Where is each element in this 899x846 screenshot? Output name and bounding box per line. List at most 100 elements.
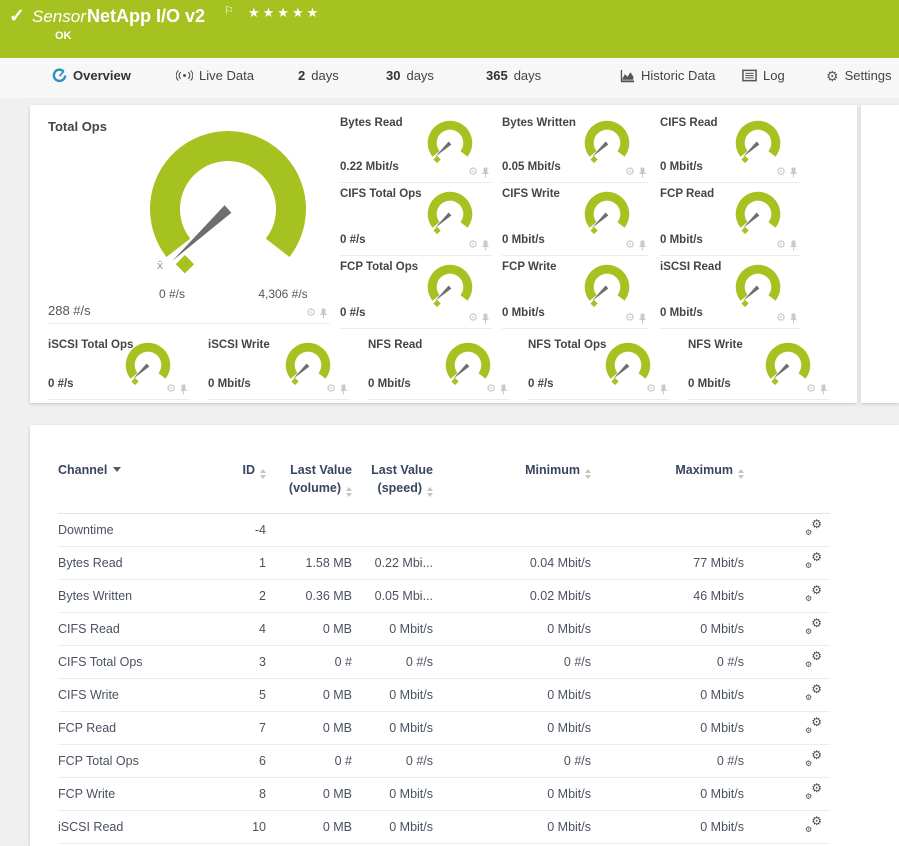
table-row[interactable]: FCP Write 8 0 MB 0 Mbit/s 0 Mbit/s 0 Mbi… bbox=[58, 778, 830, 811]
edit-channel-icon[interactable]: ⚙⚙ bbox=[805, 719, 822, 734]
tab-historic-data[interactable]: Historic Data bbox=[620, 68, 715, 83]
cell-channel[interactable]: FCP Read bbox=[58, 712, 210, 745]
cell-min: 0 Mbit/s bbox=[433, 811, 591, 844]
gauge-scale-min: 0 #/s bbox=[142, 287, 202, 301]
table-row[interactable]: Bytes Written 2 0.36 MB 0.05 Mbi... 0.02… bbox=[58, 580, 830, 613]
table-row[interactable]: iSCSI Read 10 0 MB 0 Mbit/s 0 Mbit/s 0 M… bbox=[58, 811, 830, 844]
tab-2-days[interactable]: 2 days bbox=[298, 68, 339, 83]
channel-settings-icon[interactable]: ⚙ bbox=[776, 313, 786, 324]
sort-icon bbox=[427, 487, 433, 497]
channel-settings-icon[interactable]: ⚙ bbox=[625, 167, 635, 178]
cell-id: -4 bbox=[210, 514, 266, 547]
tab-30-days[interactable]: 30 days bbox=[386, 68, 434, 83]
pin-icon[interactable] bbox=[319, 308, 328, 319]
pin-icon[interactable] bbox=[638, 240, 647, 251]
channel-settings-icon[interactable]: ⚙ bbox=[166, 384, 176, 395]
channel-settings-icon[interactable]: ⚙ bbox=[326, 384, 336, 395]
cell-channel[interactable]: Bytes Written bbox=[58, 580, 210, 613]
flag-icon[interactable]: ⚐ bbox=[224, 4, 234, 17]
sensor-name[interactable]: NetApp I/O v2 bbox=[87, 6, 205, 27]
table-row[interactable]: Bytes Read 1 1.58 MB 0.22 Mbi... 0.04 Mb… bbox=[58, 547, 830, 580]
channel-settings-icon[interactable]: ⚙ bbox=[806, 384, 816, 395]
tab-log[interactable]: Log bbox=[742, 68, 785, 83]
gauge-cifs-write: CIFS Write 0 Mbit/s ⚙ bbox=[502, 182, 649, 256]
gauge-value: 0 Mbit/s bbox=[688, 378, 731, 390]
edit-channel-icon[interactable]: ⚙⚙ bbox=[805, 653, 822, 668]
pin-icon[interactable] bbox=[339, 384, 348, 395]
pin-icon[interactable] bbox=[789, 167, 798, 178]
mini-gauge-dial bbox=[602, 341, 654, 389]
cell-min: 0.04 Mbit/s bbox=[433, 547, 591, 580]
pin-icon[interactable] bbox=[481, 313, 490, 324]
pin-icon[interactable] bbox=[789, 240, 798, 251]
channel-settings-icon[interactable]: ⚙ bbox=[468, 167, 478, 178]
pin-icon[interactable] bbox=[638, 313, 647, 324]
pin-icon[interactable] bbox=[481, 240, 490, 251]
tab-bar: Overview Live Data 2 days 30 days 365 da… bbox=[0, 58, 899, 98]
priority-stars[interactable]: ★★★★★ bbox=[248, 5, 321, 21]
gauge-nfs-total-ops: NFS Total Ops 0 #/s ⚙ bbox=[528, 333, 670, 400]
table-row[interactable]: CIFS Write 5 0 MB 0 Mbit/s 0 Mbit/s 0 Mb… bbox=[58, 679, 830, 712]
tab-365-days[interactable]: 365 days bbox=[486, 68, 541, 83]
cell-channel[interactable]: CIFS Total Ops bbox=[58, 646, 210, 679]
cell-min: 0 #/s bbox=[433, 646, 591, 679]
gauge-title: FCP Write bbox=[502, 261, 557, 273]
table-row[interactable]: FCP Read 7 0 MB 0 Mbit/s 0 Mbit/s 0 Mbit… bbox=[58, 712, 830, 745]
gauge-title: iSCSI Write bbox=[208, 339, 270, 351]
cell-channel[interactable]: FCP Write bbox=[58, 778, 210, 811]
pin-icon[interactable] bbox=[638, 167, 647, 178]
table-row[interactable]: CIFS Total Ops 3 0 # 0 #/s 0 #/s 0 #/s ⚙… bbox=[58, 646, 830, 679]
pin-icon[interactable] bbox=[179, 384, 188, 395]
tab-settings[interactable]: ⚙ Settings bbox=[826, 68, 892, 83]
tab-live-data[interactable]: Live Data bbox=[176, 68, 254, 83]
table-row[interactable]: FCP Total Ops 6 0 # 0 #/s 0 #/s 0 #/s ⚙⚙ bbox=[58, 745, 830, 778]
cell-channel[interactable]: iSCSI Read bbox=[58, 811, 210, 844]
channel-settings-icon[interactable]: ⚙ bbox=[646, 384, 656, 395]
edit-channel-icon[interactable]: ⚙⚙ bbox=[805, 818, 822, 833]
pin-icon[interactable] bbox=[499, 384, 508, 395]
channel-settings-icon[interactable]: ⚙ bbox=[625, 240, 635, 251]
tab-log-label: Log bbox=[763, 68, 785, 83]
tab-overview[interactable]: Overview bbox=[52, 68, 131, 83]
cell-channel[interactable]: Downtime bbox=[58, 514, 210, 547]
edit-channel-icon[interactable]: ⚙⚙ bbox=[805, 752, 822, 767]
gauge-iscsi-total-ops: iSCSI Total Ops 0 #/s ⚙ bbox=[48, 333, 190, 400]
edit-channel-icon[interactable]: ⚙⚙ bbox=[805, 620, 822, 635]
col-header-last-volume[interactable]: Last Value(volume) bbox=[266, 425, 352, 514]
channel-settings-icon[interactable]: ⚙ bbox=[468, 240, 478, 251]
cell-max: 0 Mbit/s bbox=[591, 778, 744, 811]
cell-channel[interactable]: FCP Total Ops bbox=[58, 745, 210, 778]
edit-channel-icon[interactable]: ⚙⚙ bbox=[805, 785, 822, 800]
pin-icon[interactable] bbox=[481, 167, 490, 178]
status-badge: OK bbox=[55, 30, 72, 42]
pin-icon[interactable] bbox=[789, 313, 798, 324]
gauge-value: 0.05 Mbit/s bbox=[502, 161, 561, 173]
cell-min: 0.02 Mbit/s bbox=[433, 580, 591, 613]
col-header-id[interactable]: ID bbox=[210, 425, 266, 514]
cell-channel[interactable]: CIFS Read bbox=[58, 613, 210, 646]
cell-channel[interactable]: Bytes Read bbox=[58, 547, 210, 580]
pin-icon[interactable] bbox=[659, 384, 668, 395]
col-header-maximum[interactable]: Maximum bbox=[591, 425, 744, 514]
cell-channel[interactable]: CIFS Write bbox=[58, 679, 210, 712]
table-row[interactable]: CIFS Read 4 0 MB 0 Mbit/s 0 Mbit/s 0 Mbi… bbox=[58, 613, 830, 646]
edit-channel-icon[interactable]: ⚙⚙ bbox=[805, 554, 822, 569]
channel-settings-icon[interactable]: ⚙ bbox=[486, 384, 496, 395]
channel-settings-icon[interactable]: ⚙ bbox=[776, 167, 786, 178]
edit-channel-icon[interactable]: ⚙⚙ bbox=[805, 686, 822, 701]
channel-settings-icon[interactable]: ⚙ bbox=[468, 313, 478, 324]
table-row[interactable]: Downtime -4 ⚙⚙ bbox=[58, 514, 830, 547]
col-header-last-speed[interactable]: Last Value(speed) bbox=[352, 425, 433, 514]
pin-icon[interactable] bbox=[819, 384, 828, 395]
mini-gauge-dial bbox=[282, 341, 334, 389]
tab-2-days-unit: days bbox=[311, 68, 338, 83]
edit-channel-icon[interactable]: ⚙⚙ bbox=[805, 521, 822, 536]
col-header-minimum[interactable]: Minimum bbox=[433, 425, 591, 514]
channel-settings-icon[interactable]: ⚙ bbox=[306, 308, 316, 319]
edit-channel-icon[interactable]: ⚙⚙ bbox=[805, 587, 822, 602]
cell-max: 0 Mbit/s bbox=[591, 679, 744, 712]
col-header-channel[interactable]: Channel bbox=[58, 425, 210, 514]
channel-settings-icon[interactable]: ⚙ bbox=[625, 313, 635, 324]
channel-settings-icon[interactable]: ⚙ bbox=[776, 240, 786, 251]
gauge-value: 0 #/s bbox=[340, 234, 366, 246]
